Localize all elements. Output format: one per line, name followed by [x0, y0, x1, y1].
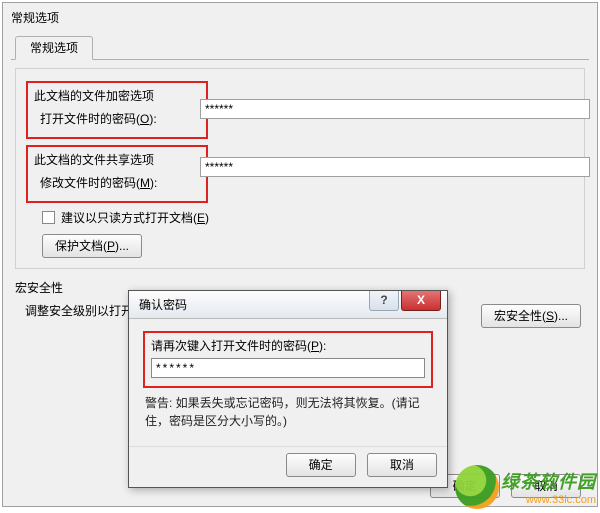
tab-general-options[interactable]: 常规选项 [15, 36, 93, 60]
dialog-cancel-button[interactable]: 取消 [367, 453, 437, 477]
open-password-input[interactable] [200, 99, 590, 119]
encrypt-section-title: 此文档的文件加密选项 [34, 87, 200, 104]
options-panel: 此文档的文件加密选项 打开文件时的密码(O): 此文档的文件共享选项 修改文件时… [15, 68, 585, 269]
password-warning: 警告: 如果丢失或忘记密码，则无法将其恢复。(请记住，密码是区分大小写的。) [145, 394, 433, 430]
modify-password-row: 修改文件时的密码(M): [40, 174, 200, 191]
dialog-title: 确认密码 [139, 296, 187, 313]
confirm-password-dialog: 确认密码 ? X 请再次键入打开文件时的密码(P): 警告: 如果丢失或忘记密码… [128, 290, 448, 488]
confirm-password-input[interactable] [151, 358, 425, 378]
watermark-url: www.33lc.com [501, 494, 596, 506]
help-icon[interactable]: ? [369, 291, 399, 311]
open-password-row: 打开文件时的密码(O): [40, 110, 200, 127]
readonly-row[interactable]: 建议以只读方式打开文档(E) [42, 209, 574, 226]
modify-password-label: 修改文件时的密码(M): [40, 174, 157, 191]
readonly-label: 建议以只读方式打开文档(E) [61, 209, 209, 226]
protect-document-button[interactable]: 保护文档(P)... [42, 234, 142, 258]
macro-security-button[interactable]: 宏安全性(S)... [481, 304, 581, 328]
dialog-body: 请再次键入打开文件时的密码(P): 警告: 如果丢失或忘记密码，则无法将其恢复。… [129, 319, 447, 446]
share-section-title: 此文档的文件共享选项 [34, 151, 200, 168]
dialog-titlebar[interactable]: 确认密码 ? X [129, 291, 447, 319]
highlight-confirm: 请再次键入打开文件时的密码(P): [143, 331, 433, 388]
watermark-icon [455, 465, 499, 509]
highlight-share: 此文档的文件共享选项 修改文件时的密码(M): [26, 145, 208, 203]
modify-password-input[interactable] [200, 157, 590, 177]
open-password-label: 打开文件时的密码(O): [40, 110, 157, 127]
confirm-password-label: 请再次键入打开文件时的密码(P): [151, 337, 425, 354]
watermark-brand: 绿茶软件园 [501, 468, 596, 494]
dialog-ok-button[interactable]: 确定 [286, 453, 356, 477]
tab-strip: 常规选项 [11, 36, 589, 60]
readonly-checkbox[interactable] [42, 211, 55, 224]
close-icon[interactable]: X [401, 291, 441, 311]
highlight-encrypt: 此文档的文件加密选项 打开文件时的密码(O): [26, 81, 208, 139]
window-title: 常规选项 [3, 3, 597, 32]
dialog-buttons: 确定 取消 [129, 446, 447, 487]
watermark: 绿茶软件园 www.33lc.com [455, 465, 596, 509]
